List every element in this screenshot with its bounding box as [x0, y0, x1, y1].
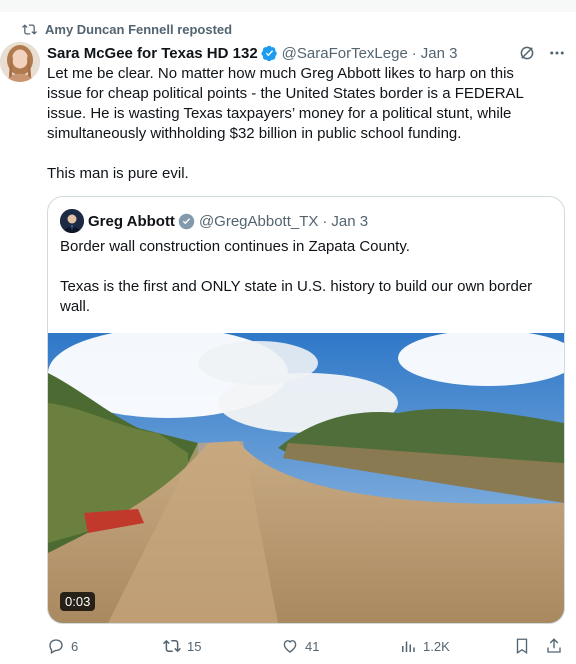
- repost-count: 15: [187, 638, 202, 654]
- quote-separator-dot: ·: [322, 212, 328, 230]
- share-button[interactable]: [545, 634, 563, 658]
- action-bar: 6 15 41 1.2K: [47, 634, 567, 658]
- repost-indicator: Amy Duncan Fennell reposted: [22, 20, 232, 38]
- views-chart-icon: [402, 641, 415, 652]
- quote-author-name[interactable]: Greg Abbott: [88, 213, 175, 230]
- avatar[interactable]: [0, 42, 40, 82]
- views-button[interactable]: 1.2K: [399, 634, 450, 658]
- more-options-icon[interactable]: [548, 44, 566, 62]
- quote-author-handle[interactable]: @GregAbbott_TX: [199, 213, 318, 230]
- author-handle[interactable]: @SaraForTexLege: [282, 45, 408, 62]
- reply-count: 6: [71, 638, 79, 654]
- like-button[interactable]: 41: [281, 634, 319, 658]
- avatar-image: [0, 42, 40, 82]
- quote-tweet[interactable]: Greg Abbott @GregAbbott_TX · Jan 3 Borde…: [47, 196, 565, 624]
- retweet-icon: [163, 639, 181, 653]
- bookmark-icon: [516, 638, 528, 655]
- tweet-date[interactable]: Jan 3: [421, 45, 458, 62]
- quote-avatar[interactable]: [60, 209, 84, 233]
- separator-dot: ·: [411, 44, 417, 62]
- quote-text: Border wall construction continues in Za…: [60, 238, 533, 315]
- repost-label[interactable]: Amy Duncan Fennell reposted: [45, 22, 232, 37]
- tweet-card[interactable]: Amy Duncan Fennell reposted Sara McGee f…: [0, 12, 576, 664]
- heart-icon: [283, 640, 297, 653]
- quote-date[interactable]: Jan 3: [331, 213, 368, 230]
- header-actions: [518, 42, 566, 64]
- grok-icon[interactable]: [518, 44, 536, 62]
- video-duration: 0:03: [60, 592, 96, 611]
- reply-button[interactable]: 6: [47, 634, 78, 658]
- repost-button[interactable]: 15: [163, 634, 201, 658]
- reply-icon: [49, 639, 63, 654]
- quote-verified-badge-icon[interactable]: [178, 213, 195, 230]
- share-icon: [547, 638, 561, 653]
- like-count: 41: [305, 638, 320, 654]
- video-player[interactable]: 0:03: [48, 328, 564, 623]
- quote-avatar-image: [60, 209, 84, 233]
- tweet-header: Sara McGee for Texas HD 132 @SaraForTexL…: [47, 42, 566, 64]
- bookmark-button[interactable]: [513, 634, 531, 658]
- video-thumbnail: [48, 328, 564, 623]
- view-count: 1.2K: [423, 638, 450, 654]
- repost-icon: [22, 23, 37, 35]
- author-name[interactable]: Sara McGee for Texas HD 132: [47, 45, 258, 62]
- tweet-text: Let me be clear. No matter how much Greg…: [47, 65, 524, 182]
- quote-header: Greg Abbott @GregAbbott_TX · Jan 3: [60, 209, 368, 233]
- verified-badge-icon[interactable]: [261, 45, 278, 62]
